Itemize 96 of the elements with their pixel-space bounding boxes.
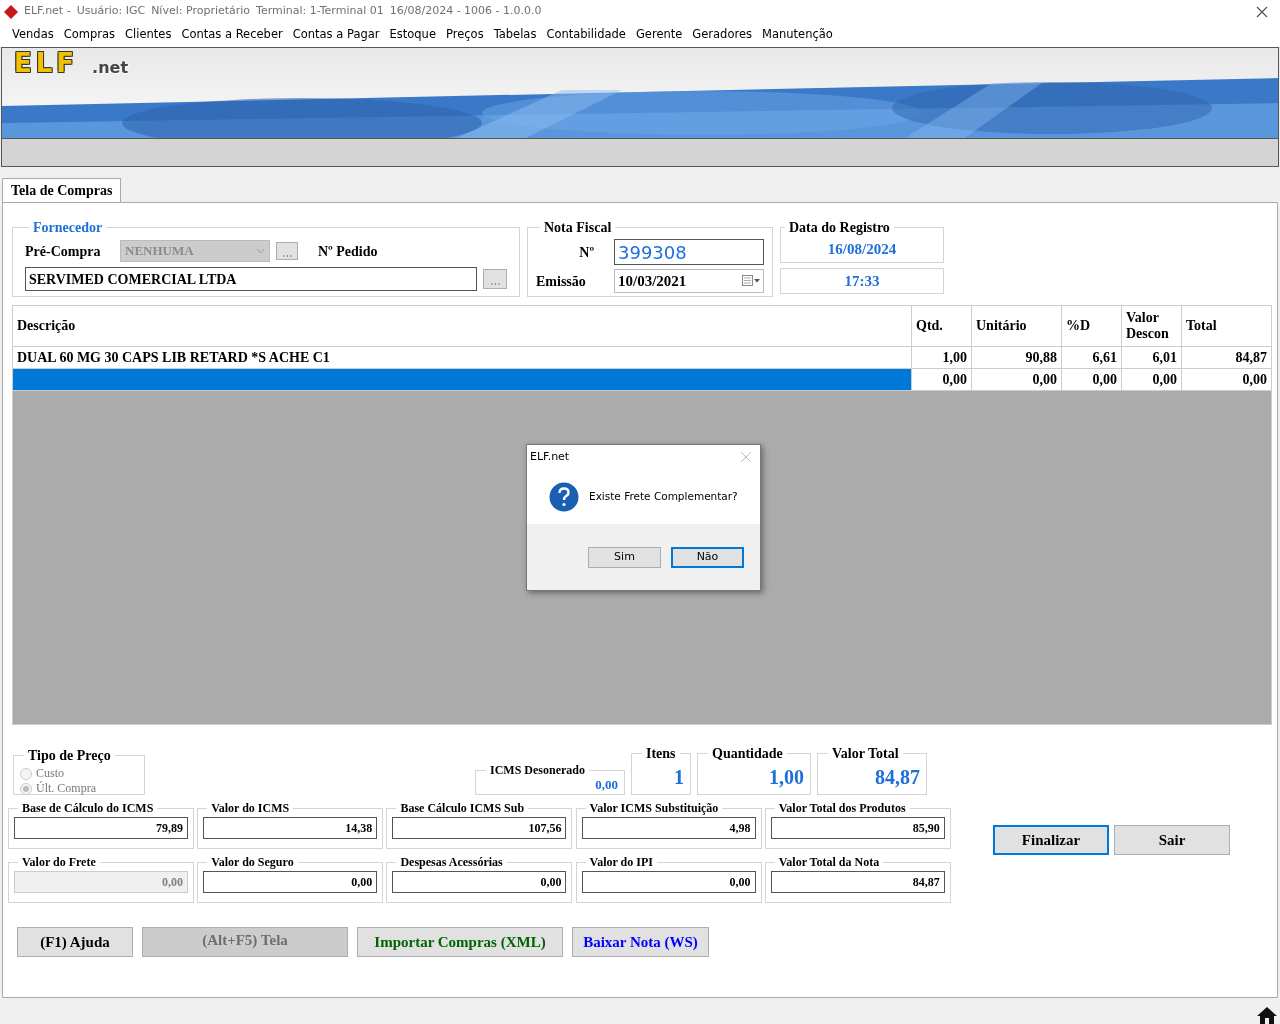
value-field[interactable]: 107,56 — [392, 817, 567, 839]
group-label: Valor ICMS Substituição — [588, 800, 720, 817]
dialog-button[interactable]: Não — [671, 546, 744, 568]
date-picker[interactable]: 10/03/2021 — [614, 269, 764, 293]
menu-item[interactable]: Gerente — [635, 26, 683, 44]
group-label: Valor do Frete — [21, 854, 97, 871]
menu-item[interactable]: Contabilidade — [546, 26, 626, 44]
value-field[interactable]: 0,00 — [203, 871, 378, 893]
group-label: Valor Total dos Produtos — [777, 800, 907, 817]
column-header[interactable]: Qtd. — [911, 306, 971, 346]
menu-item[interactable]: Geradores — [692, 26, 752, 44]
table-row[interactable]: DUAL 60 MG 30 CAPS LIB RETARD *S ACHE C1 1,00 90,88 6,61 6,01 84,87 — [13, 347, 1271, 369]
table-cell: 90,88 — [971, 347, 1061, 368]
chevron-down-icon — [256, 248, 265, 254]
summary-value: 1,00 — [769, 765, 804, 790]
table-cell: 0,00 — [1121, 369, 1181, 390]
menu-item[interactable]: Contas a Receber — [181, 26, 283, 44]
group-label: Valor do ICMS — [210, 800, 291, 817]
register-date: 16/08/2024 — [826, 240, 898, 259]
title-text: Terminal: 1-Terminal 01 — [256, 3, 384, 20]
supplier-field[interactable]: SERVIMED COMERCIAL LTDA — [25, 267, 477, 291]
value-field[interactable]: 85,90 — [770, 817, 945, 839]
group-label: Nota Fiscal — [543, 219, 613, 237]
table-cell: 84,87 — [1181, 347, 1271, 368]
action-button[interactable]: Sair — [1114, 825, 1230, 855]
title-text: 16/08/2024 - 1006 - 1.0.0.0 — [389, 3, 542, 20]
value-field[interactable]: 4,98 — [581, 817, 756, 839]
browse-button[interactable] — [483, 269, 507, 289]
menu-item[interactable]: Clientes — [125, 26, 172, 44]
footer-button[interactable]: Importar Compras (XML) — [357, 927, 563, 957]
group-label: ICMS Desonerado — [489, 762, 586, 779]
group-label: Base Cálculo ICMS Sub — [399, 800, 526, 817]
group-label: Quantidade — [711, 745, 784, 763]
register-time: 17:33 — [780, 268, 944, 294]
column-header[interactable]: Total — [1181, 306, 1271, 346]
column-header[interactable]: Descrição — [13, 306, 911, 346]
table-row[interactable]: 0,00 0,00 0,00 0,00 0,00 — [13, 369, 1271, 391]
menu-item[interactable]: Vendas — [12, 26, 54, 44]
value-field[interactable]: 14,38 — [203, 817, 378, 839]
group-label: Tipo de Preço — [27, 747, 112, 765]
group-label: Base de Cálculo do ICMS — [21, 800, 155, 817]
group-label: Valor do IPI — [588, 854, 654, 871]
value-field[interactable]: 79,89 — [14, 817, 188, 839]
group-label: Valor Total — [831, 745, 900, 763]
field-label: Pré-Compra — [25, 242, 102, 261]
group-label: Fornecedor — [32, 219, 104, 237]
table-cell: 0,00 — [1061, 369, 1121, 390]
table-cell: DUAL 60 MG 30 CAPS LIB RETARD *S ACHE C1 — [13, 347, 911, 368]
menu-item[interactable]: Preços — [446, 26, 484, 44]
icms-exempt-value: 0,00 — [595, 775, 618, 794]
logo-text: ELF — [14, 50, 79, 76]
table-cell: 1,00 — [911, 347, 971, 368]
table-cell: 0,00 — [911, 369, 971, 390]
title-text: Usuário: IGC — [76, 3, 146, 20]
close-icon[interactable] — [1256, 5, 1268, 18]
column-header[interactable]: Unitário — [971, 306, 1061, 346]
invoice-number-field[interactable]: 399308 — [614, 239, 764, 265]
browse-button[interactable] — [276, 242, 298, 260]
question-icon — [549, 481, 579, 512]
home-icon[interactable] — [1256, 1006, 1278, 1024]
field-label: Nº Pedido — [318, 242, 378, 261]
value-field[interactable]: 0,00 — [392, 871, 567, 893]
column-header[interactable]: %D — [1061, 306, 1121, 346]
table-cell: 0,00 — [971, 369, 1061, 390]
calendar-icon — [742, 275, 760, 287]
menu-item[interactable]: Compras — [63, 26, 116, 44]
logo-suffix: .net — [92, 60, 129, 76]
group-label: Data do Registro — [788, 219, 891, 237]
menu-item[interactable]: Manutenção — [762, 26, 833, 44]
summary-value: 1 — [674, 765, 684, 790]
menu-item[interactable]: Estoque — [389, 26, 436, 44]
field-label: Nº — [578, 243, 595, 262]
title-text: ELF.net - — [24, 3, 71, 20]
menu-item[interactable]: Tabelas — [493, 26, 537, 44]
title-text: Nível: Proprietário — [151, 3, 251, 20]
group-label: Despesas Acessórias — [399, 854, 504, 871]
action-button[interactable]: Finalizar — [993, 825, 1109, 855]
footer-button[interactable]: Baixar Nota (WS) — [572, 927, 709, 957]
dialog-message: Existe Frete Complementar? — [589, 488, 738, 504]
value-field[interactable]: 0,00 — [581, 871, 756, 893]
tab[interactable]: Tela de Compras — [2, 178, 122, 202]
table-cell: 6,01 — [1121, 347, 1181, 368]
value-field[interactable]: 84,87 — [770, 871, 945, 893]
dialog-title: ELF.net — [530, 448, 570, 465]
group-label: Itens — [645, 745, 677, 763]
app-logo-icon — [4, 4, 18, 19]
dialog-button[interactable]: Sim — [588, 546, 661, 568]
group-label: Valor do Seguro — [210, 854, 295, 871]
field-label: Emissão — [536, 272, 587, 291]
menu-item[interactable]: Contas a Pagar — [292, 26, 380, 44]
footer-button[interactable]: (F1) Ajuda — [17, 927, 133, 957]
table-cell: 6,61 — [1061, 347, 1121, 368]
summary-value: 84,87 — [875, 765, 920, 790]
column-header[interactable]: Valor Descon — [1121, 306, 1181, 346]
table-cell: 0,00 — [1181, 369, 1271, 390]
group-label: Valor Total da Nota — [777, 854, 881, 871]
